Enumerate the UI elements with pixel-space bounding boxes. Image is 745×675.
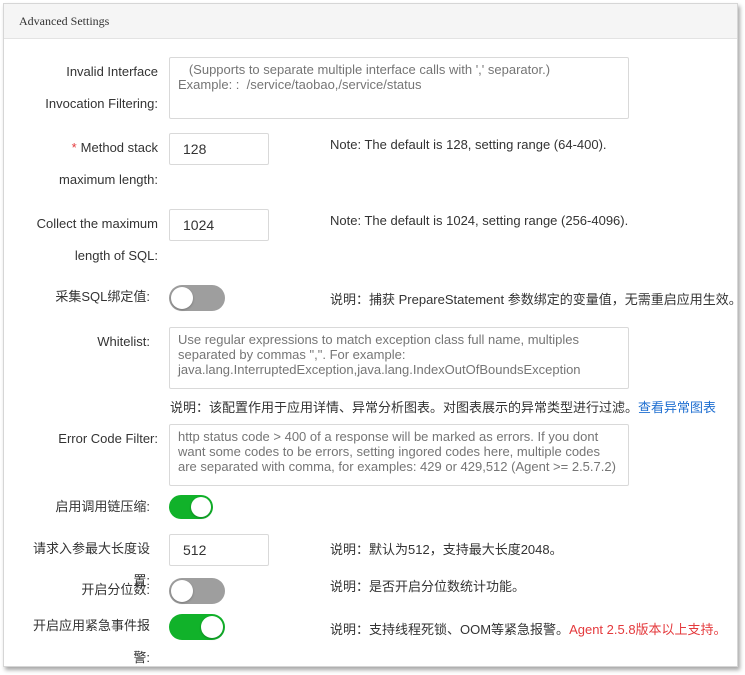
- method-stack-label: * Method stack maximum length:: [59, 140, 158, 187]
- sql-length-note: Note: The default is 1024, setting range…: [330, 213, 629, 228]
- sql-length-input[interactable]: 1024: [169, 209, 269, 241]
- method-stack-note: Note: The default is 128, setting range …: [330, 137, 607, 152]
- agent-version-note: Agent 2.5.8版本以上支持。: [569, 622, 727, 637]
- whitelist-note: 说明：该配置作用于应用详情、异常分析图表。对图表展示的异常类型进行过滤。查看异常…: [170, 400, 717, 415]
- error-code-textarea[interactable]: [169, 424, 629, 486]
- request-param-input[interactable]: 512: [169, 534, 269, 566]
- quantile-label: 开启分位数:: [81, 582, 150, 597]
- switch-knob: [201, 616, 223, 638]
- emergency-alert-note: 说明：支持线程死锁、OOM等紧急报警。Agent 2.5.8版本以上支持。: [330, 622, 727, 637]
- sql-binding-switch[interactable]: [169, 285, 225, 311]
- invalid-interface-label: Invalid Interface Invocation Filtering:: [45, 64, 158, 111]
- panel-title: Advanced Settings: [19, 14, 110, 28]
- switch-knob: [191, 497, 211, 517]
- sql-length-label: Collect the maximum length of SQL:: [36, 216, 158, 263]
- quantile-switch[interactable]: [169, 578, 225, 604]
- switch-knob: [171, 580, 193, 602]
- trace-compress-switch[interactable]: [169, 495, 213, 519]
- required-mark: *: [71, 140, 77, 155]
- request-param-note: 说明：默认为512，支持最大长度2048。: [330, 542, 563, 557]
- whitelist-label: Whitelist:: [97, 334, 150, 349]
- method-stack-input[interactable]: 128: [169, 133, 269, 165]
- trace-compress-label: 启用调用链压缩:: [55, 499, 150, 514]
- sql-binding-label: 采集SQL绑定值:: [55, 289, 150, 304]
- quantile-note: 说明：是否开启分位数统计功能。: [330, 579, 526, 594]
- whitelist-textarea[interactable]: [169, 327, 629, 389]
- invalid-interface-textarea[interactable]: [169, 57, 629, 119]
- view-exception-chart-link[interactable]: 查看异常图表: [638, 400, 716, 415]
- sql-binding-note: 说明：捕获 PrepareStatement 参数绑定的变量值，无需重启应用生效…: [330, 292, 742, 307]
- error-code-label: Error Code Filter:: [58, 431, 158, 446]
- switch-knob: [171, 287, 193, 309]
- emergency-alert-label: 开启应用紧急事件报警:: [32, 618, 150, 665]
- panel-header: Advanced Settings: [4, 4, 737, 39]
- emergency-alert-switch[interactable]: [169, 614, 225, 640]
